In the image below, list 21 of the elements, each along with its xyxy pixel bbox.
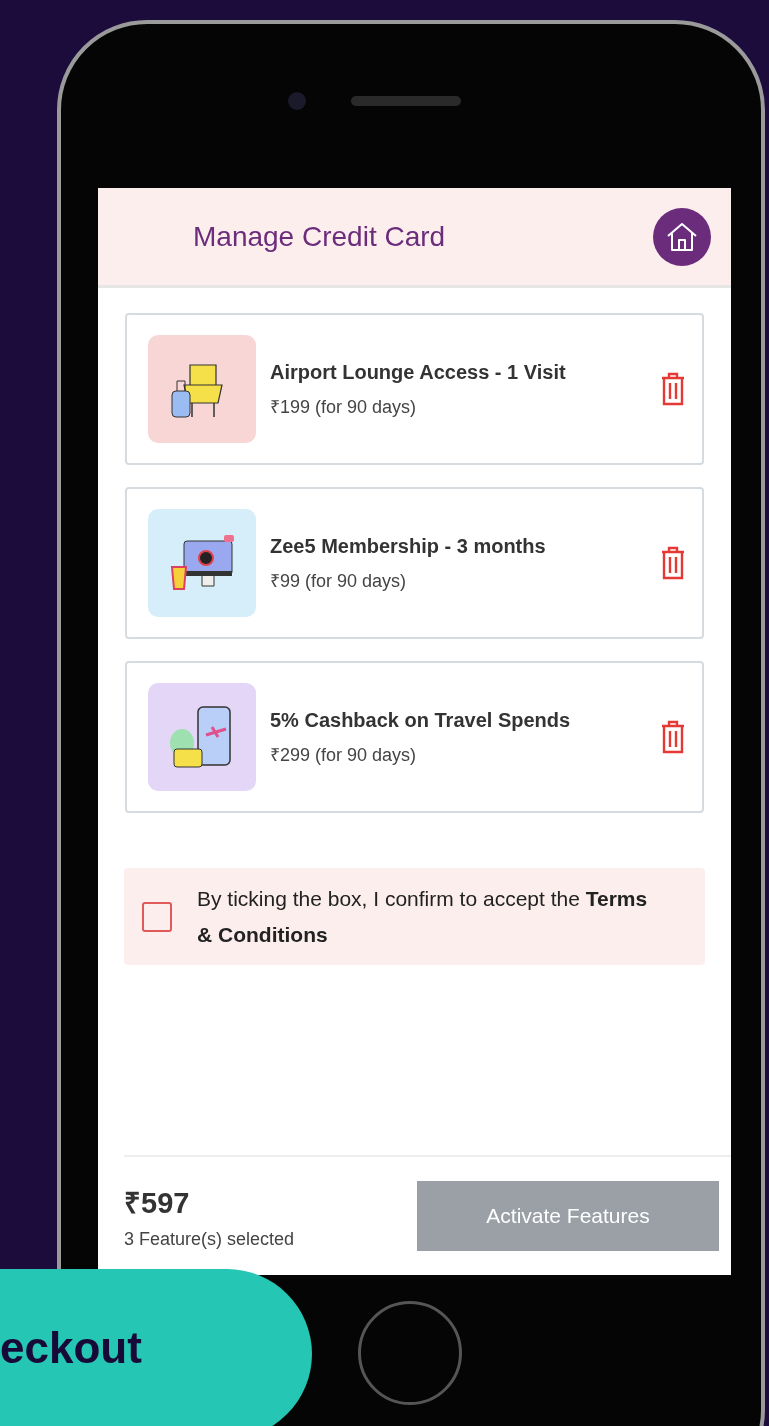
terms-checkbox[interactable] bbox=[142, 901, 172, 932]
feature-name: Zee5 Membership - 3 months bbox=[270, 534, 547, 558]
feature-name: Airport Lounge Access - 1 Visit bbox=[270, 360, 567, 384]
page-title: Manage Credit Card bbox=[193, 220, 446, 253]
delete-button[interactable] bbox=[660, 372, 686, 406]
delete-button[interactable] bbox=[660, 720, 686, 754]
banner-text: eckout bbox=[0, 1323, 142, 1373]
delete-button[interactable] bbox=[660, 546, 686, 580]
home-icon bbox=[665, 221, 699, 252]
terms-text: By ticking the box, I confirm to accept the Terms & Conditions bbox=[197, 885, 649, 948]
trash-icon bbox=[660, 372, 686, 406]
selected-count: 3 Feature(s) selected bbox=[124, 1229, 295, 1250]
feature-price: ₹199 (for 90 days) bbox=[270, 395, 418, 418]
feature-price: ₹299 (for 90 days) bbox=[270, 743, 418, 766]
camera-icon bbox=[288, 92, 306, 110]
total-amount: ₹597 bbox=[124, 1186, 191, 1221]
feature-name: 5% Cashback on Travel Spends bbox=[270, 708, 572, 732]
home-button[interactable] bbox=[653, 207, 711, 266]
trash-icon bbox=[660, 546, 686, 580]
feature-price: ₹99 (for 90 days) bbox=[270, 569, 408, 592]
trash-icon bbox=[660, 720, 686, 754]
